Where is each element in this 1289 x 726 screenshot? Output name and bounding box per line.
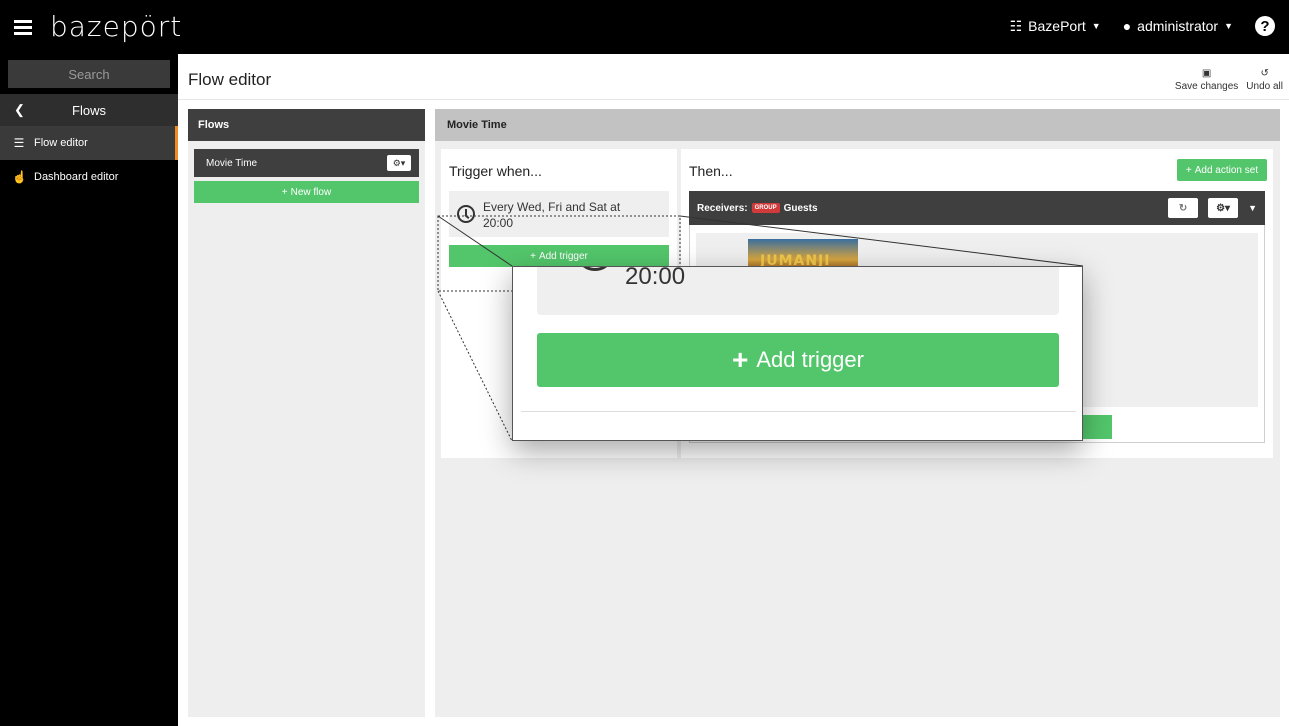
zoom-time-text: 20:00 bbox=[625, 266, 686, 290]
group-badge: GROUP bbox=[751, 203, 780, 213]
plus-icon: + bbox=[1185, 164, 1192, 176]
help-icon[interactable]: ? bbox=[1255, 16, 1275, 36]
save-icon: ▣ bbox=[1201, 68, 1212, 79]
user-icon: ● bbox=[1122, 18, 1132, 34]
org-menu[interactable]: ☷ BazePort ▼ bbox=[1010, 18, 1101, 35]
zoom-divider bbox=[521, 411, 1076, 412]
undo-label: Undo all bbox=[1246, 81, 1283, 92]
page-title: Flow editor bbox=[188, 70, 272, 89]
zoom-add-trigger-label: Add trigger bbox=[756, 347, 864, 372]
flow-name-header: Movie Time bbox=[435, 109, 1280, 141]
flow-settings-button[interactable]: ⚙▾ bbox=[387, 155, 411, 171]
save-changes-button[interactable]: ▣ Save changes bbox=[1175, 68, 1238, 92]
hand-pointer-icon: ☝ bbox=[12, 170, 27, 184]
receivers-header: Receivers: GROUP Guests ↻ ⚙▾ ▼ bbox=[689, 191, 1265, 225]
add-trigger-label: Add trigger bbox=[538, 250, 588, 262]
undo-icon: ↺ bbox=[1260, 68, 1269, 79]
receivers-settings-button[interactable]: ⚙▾ bbox=[1208, 198, 1239, 218]
flows-header: Flows bbox=[188, 109, 425, 141]
search-input[interactable]: Search bbox=[8, 60, 170, 88]
save-label: Save changes bbox=[1174, 81, 1239, 92]
trigger-item[interactable]: Every Wed, Fri and Sat at 20:00 bbox=[449, 191, 669, 237]
clock-icon bbox=[575, 267, 615, 271]
sidebar-item-flow-editor[interactable]: ☰ Flow editor bbox=[0, 126, 178, 160]
caret-down-icon: ▼ bbox=[1224, 21, 1233, 31]
add-action-set-label: Add action set bbox=[1194, 164, 1259, 176]
flow-item-label: Movie Time bbox=[206, 157, 258, 169]
sidebar: Search ❮ Flows ☰ Flow editor ☝ Dashboard… bbox=[0, 54, 178, 726]
top-bar: bazepört ☷ BazePort ▼ ● administrator ▼ … bbox=[0, 0, 1289, 54]
trigger-text: Every Wed, Fri and Sat at 20:00 bbox=[483, 200, 621, 230]
receivers-label: Receivers: bbox=[697, 202, 748, 214]
app-logo[interactable]: bazepört bbox=[50, 10, 182, 43]
caret-down-icon: ▼ bbox=[1091, 21, 1101, 31]
flows-panel: Flows Movie Time ⚙▾ + New flow bbox=[188, 109, 425, 717]
sitemap-icon: ☷ bbox=[1009, 17, 1023, 34]
chevron-left-icon: ❮ bbox=[14, 102, 25, 117]
add-trigger-button[interactable]: + Add trigger bbox=[449, 245, 669, 267]
trigger-title: Trigger when... bbox=[449, 163, 542, 179]
add-action-set-button[interactable]: + Add action set bbox=[1177, 159, 1267, 181]
new-flow-button[interactable]: + New flow bbox=[194, 181, 419, 203]
collapse-caret-icon[interactable]: ▼ bbox=[1248, 203, 1257, 213]
repeat-button[interactable]: ↻ bbox=[1168, 198, 1199, 218]
page-header: Flow editor ▣ Save changes ↺ Undo all bbox=[178, 54, 1289, 100]
plus-icon: + bbox=[530, 250, 536, 262]
sidebar-back-label: Flows bbox=[72, 102, 106, 118]
receivers-value: Guests bbox=[783, 202, 818, 214]
receivers-actions: ↻ ⚙▾ ▼ bbox=[1168, 198, 1257, 218]
user-menu[interactable]: ● administrator ▼ bbox=[1123, 18, 1233, 34]
topbar-right: ☷ BazePort ▼ ● administrator ▼ ? bbox=[1010, 16, 1275, 36]
zoom-callout: 20:00 + Add trigger bbox=[512, 266, 1083, 441]
sidebar-item-dashboard-editor[interactable]: ☝ Dashboard editor bbox=[0, 160, 178, 194]
then-title: Then... bbox=[689, 163, 733, 179]
list-icon: ☰ bbox=[13, 136, 25, 150]
menu-icon[interactable] bbox=[14, 20, 32, 35]
sidebar-back[interactable]: ❮ Flows bbox=[0, 94, 178, 126]
flow-item[interactable]: Movie Time ⚙▾ bbox=[194, 149, 419, 177]
new-flow-label: New flow bbox=[290, 186, 332, 198]
zoom-trigger-item: 20:00 bbox=[537, 266, 1059, 315]
user-label: administrator bbox=[1137, 18, 1219, 34]
sidebar-item-label: Flow editor bbox=[34, 137, 88, 149]
org-label: BazePort bbox=[1028, 18, 1086, 34]
header-actions: ▣ Save changes ↺ Undo all bbox=[1175, 68, 1283, 92]
undo-all-button[interactable]: ↺ Undo all bbox=[1246, 68, 1283, 92]
plus-icon: + bbox=[281, 186, 288, 198]
sidebar-item-label: Dashboard editor bbox=[34, 171, 119, 183]
plus-icon: + bbox=[732, 344, 749, 375]
zoom-add-trigger-button[interactable]: + Add trigger bbox=[537, 333, 1059, 387]
clock-icon bbox=[457, 205, 475, 223]
